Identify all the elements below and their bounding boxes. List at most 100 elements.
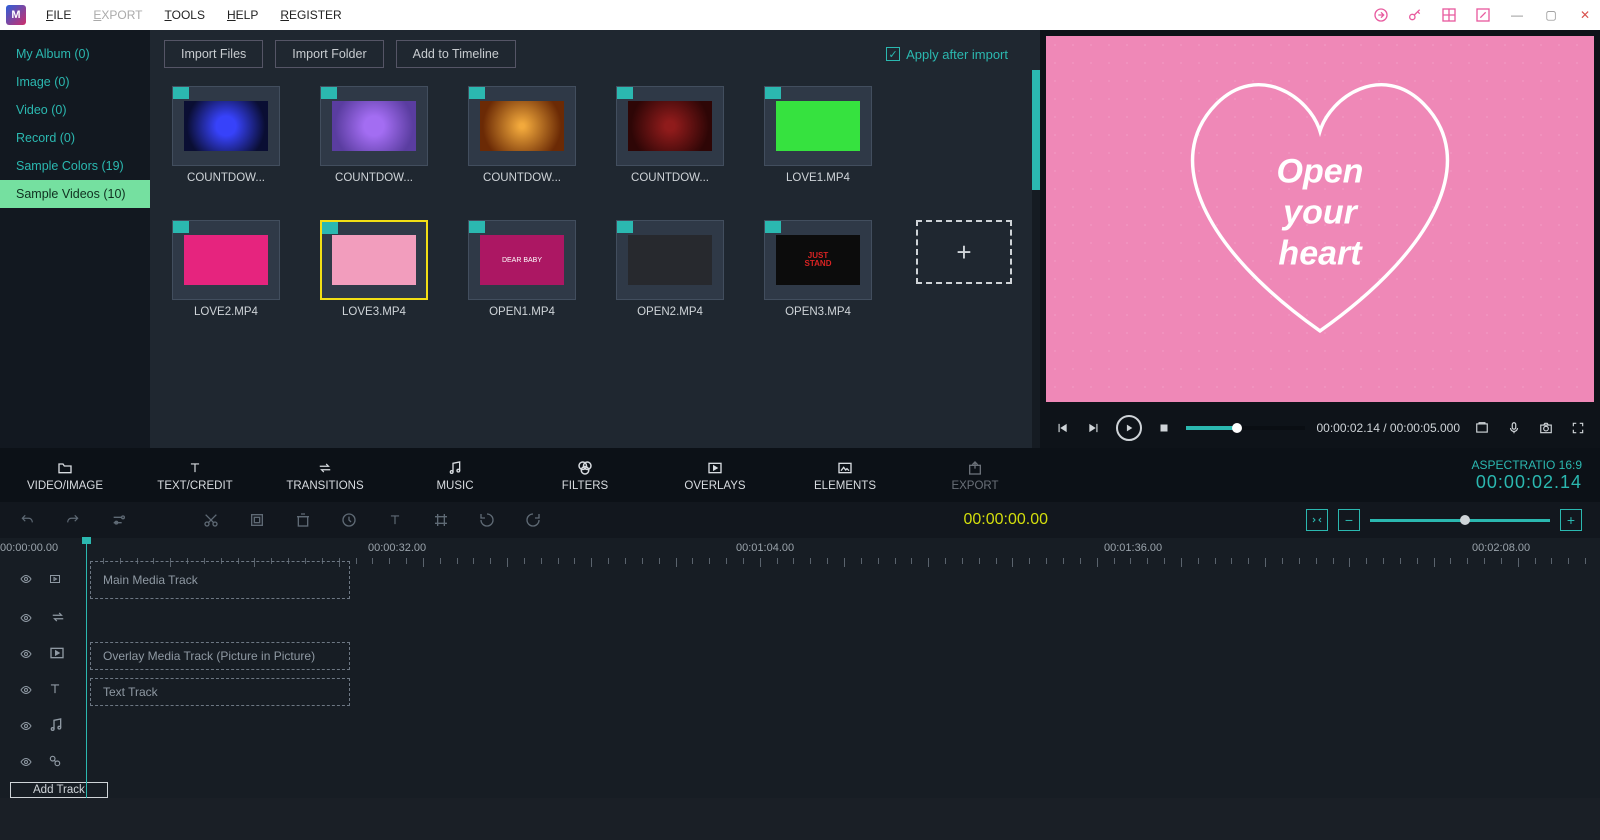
- delete-button[interactable]: [294, 511, 312, 529]
- media-thumb-1[interactable]: COUNTDOW...: [320, 86, 428, 184]
- media-thumb-3[interactable]: COUNTDOW...: [616, 86, 724, 184]
- snapshot-button[interactable]: [1472, 418, 1492, 438]
- track-2[interactable]: Overlay Media Track (Picture in Picture): [86, 638, 1600, 674]
- filter-icon: [576, 459, 594, 477]
- media-panel: Import Files Import Folder Add to Timeli…: [150, 30, 1040, 448]
- sidebar-item-1[interactable]: Image (0): [0, 68, 150, 96]
- tab-filters[interactable]: FILTERS: [520, 459, 650, 492]
- eye-icon[interactable]: [18, 719, 34, 737]
- track-3[interactable]: Text Track: [86, 674, 1600, 710]
- menu-file[interactable]: FILE: [46, 8, 71, 22]
- export-icon: [967, 459, 983, 477]
- playhead-time-label: 00:00:00.00: [963, 511, 1048, 529]
- fullscreen-button[interactable]: [1568, 418, 1588, 438]
- eye-icon[interactable]: [18, 683, 34, 701]
- import-files-button[interactable]: Import Files: [164, 40, 263, 68]
- key-icon[interactable]: [1406, 6, 1424, 24]
- module-tabbar: VIDEO/IMAGETEXT/CREDITTRANSITIONSMUSICFI…: [0, 448, 1600, 502]
- sidebar-item-2[interactable]: Video (0): [0, 96, 150, 124]
- cart-icon[interactable]: [1372, 6, 1390, 24]
- crop-button[interactable]: [248, 511, 266, 529]
- track-1[interactable]: [86, 602, 1600, 638]
- rotate-left-button[interactable]: [478, 511, 496, 529]
- stop-button[interactable]: [1154, 418, 1174, 438]
- tab-transitions[interactable]: TRANSITIONS: [260, 459, 390, 492]
- media-thumb-7[interactable]: DEAR BABYOPEN1.MP4: [468, 220, 576, 318]
- zoom-in-button[interactable]: +: [1560, 509, 1582, 531]
- menu-register[interactable]: REGISTER: [280, 8, 341, 22]
- edit-icon[interactable]: [1474, 6, 1492, 24]
- frame-crop-button[interactable]: [432, 511, 450, 529]
- import-folder-button[interactable]: Import Folder: [275, 40, 383, 68]
- project-time-label: 00:00:02.14: [1472, 472, 1582, 493]
- ruler-label: 00:00:00.00: [0, 542, 58, 554]
- sidebar-item-3[interactable]: Record (0): [0, 124, 150, 152]
- add-track-button[interactable]: Add Track: [10, 782, 108, 798]
- zoom-out-button[interactable]: −: [1338, 509, 1360, 531]
- media-thumb-0[interactable]: COUNTDOW...: [172, 86, 280, 184]
- swap-icon: [48, 610, 68, 629]
- text-icon: [48, 680, 62, 703]
- camera-button[interactable]: [1536, 418, 1556, 438]
- timeline-panel: 00:00:00.0000:00:32.0000:01:04.0000:01:3…: [0, 538, 1600, 798]
- library-sidebar: My Album (0)Image (0)Video (0)Record (0)…: [0, 30, 150, 448]
- eye-icon[interactable]: [18, 611, 34, 629]
- close-button[interactable]: ✕: [1576, 6, 1594, 24]
- text-icon: [188, 459, 202, 477]
- timeline-ruler[interactable]: 00:00:00.0000:00:32.0000:01:04.0000:01:3…: [0, 538, 1600, 560]
- sidebar-item-0[interactable]: My Album (0): [0, 40, 150, 68]
- add-media-dropzone[interactable]: +: [916, 220, 1012, 284]
- menu-help[interactable]: HELP: [227, 8, 258, 22]
- sidebar-item-4[interactable]: Sample Colors (19): [0, 152, 150, 180]
- preview-text: Openyourheart: [1277, 152, 1364, 274]
- ruler-label: 00:00:32.00: [368, 542, 426, 554]
- text-tool-button[interactable]: [386, 511, 404, 529]
- eye-icon[interactable]: [18, 755, 34, 773]
- eye-icon[interactable]: [18, 572, 34, 590]
- media-thumb-9[interactable]: JUST STANDOPEN3.MP4: [764, 220, 872, 318]
- cut-button[interactable]: [202, 511, 220, 529]
- minimize-button[interactable]: —: [1508, 6, 1526, 24]
- layout-icon[interactable]: [1440, 6, 1458, 24]
- track-4[interactable]: [86, 710, 1600, 746]
- undo-button[interactable]: [18, 511, 36, 529]
- redo-button[interactable]: [64, 511, 82, 529]
- tab-textcredit[interactable]: TEXT/CREDIT: [130, 459, 260, 492]
- media-thumb-5[interactable]: LOVE2.MP4: [172, 220, 280, 318]
- media-thumb-2[interactable]: COUNTDOW...: [468, 86, 576, 184]
- track-placeholder: Overlay Media Track (Picture in Picture): [90, 642, 350, 670]
- ruler-label: 00:01:36.00: [1104, 542, 1162, 554]
- media-thumb-8[interactable]: OPEN2.MP4: [616, 220, 724, 318]
- track-5[interactable]: [86, 746, 1600, 782]
- overlay-icon: [48, 645, 66, 666]
- zoom-slider[interactable]: [1370, 519, 1550, 522]
- settings-icon[interactable]: [110, 511, 128, 529]
- music-icon: [447, 459, 463, 477]
- sidebar-item-5[interactable]: Sample Videos (10): [0, 180, 150, 208]
- menu-tools[interactable]: TOOLS: [165, 8, 205, 22]
- media-scrollbar[interactable]: [1032, 70, 1040, 448]
- tab-export: EXPORT: [910, 459, 1040, 492]
- tab-overlays[interactable]: OVERLAYS: [650, 459, 780, 492]
- app-logo: M: [6, 5, 26, 25]
- eye-icon[interactable]: [18, 647, 34, 665]
- maximize-button[interactable]: ▢: [1542, 6, 1560, 24]
- play-button[interactable]: [1116, 415, 1142, 441]
- tab-videoimage[interactable]: VIDEO/IMAGE: [0, 459, 130, 492]
- speed-button[interactable]: [340, 511, 358, 529]
- prev-frame-button[interactable]: [1052, 418, 1072, 438]
- next-frame-button[interactable]: [1084, 418, 1104, 438]
- zoom-fit-button[interactable]: [1306, 509, 1328, 531]
- preview-seekbar[interactable]: [1186, 426, 1305, 430]
- track-placeholder: Main Media Track: [90, 561, 350, 599]
- tab-elements[interactable]: ELEMENTS: [780, 459, 910, 492]
- apply-after-import-checkbox[interactable]: ✓Apply after import: [886, 47, 1008, 62]
- tab-music[interactable]: MUSIC: [390, 459, 520, 492]
- ruler-label: 00:02:08.00: [1472, 542, 1530, 554]
- media-thumb-4[interactable]: LOVE1.MP4: [764, 86, 872, 184]
- media-thumb-6[interactable]: LOVE3.MP4: [320, 220, 428, 318]
- add-to-timeline-button[interactable]: Add to Timeline: [396, 40, 516, 68]
- rotate-right-button[interactable]: [524, 511, 542, 529]
- voiceover-button[interactable]: [1504, 418, 1524, 438]
- track-0[interactable]: Main Media Track: [86, 560, 1600, 602]
